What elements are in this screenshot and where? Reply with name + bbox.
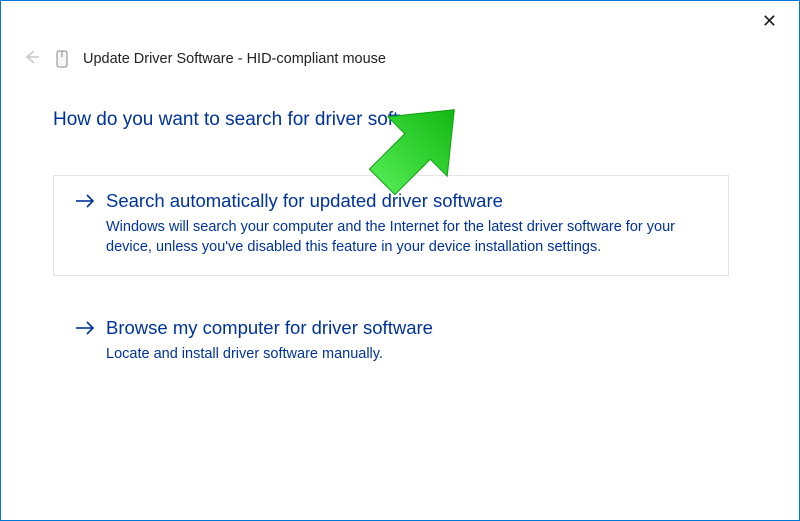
driver-update-window: ✕ Update Driver Software - HID-compliant… <box>0 0 800 521</box>
close-icon: ✕ <box>762 11 777 31</box>
option-description: Windows will search your computer and th… <box>106 218 708 257</box>
option-description: Locate and install driver software manua… <box>106 345 708 365</box>
right-arrow-icon <box>74 317 96 347</box>
close-button[interactable]: ✕ <box>752 7 787 36</box>
option-browse-computer[interactable]: Browse my computer for driver software L… <box>53 302 729 384</box>
wizard-title: Update Driver Software - HID-compliant m… <box>83 51 386 67</box>
option-title: Browse my computer for driver software <box>106 317 708 339</box>
device-icon <box>55 50 69 68</box>
wizard-content: How do you want to search for driver sof… <box>53 109 729 410</box>
option-search-automatically[interactable]: Search automatically for updated driver … <box>53 175 729 276</box>
wizard-header: Update Driver Software - HID-compliant m… <box>21 47 386 71</box>
right-arrow-icon <box>74 190 96 220</box>
wizard-question: How do you want to search for driver sof… <box>53 109 729 131</box>
option-title: Search automatically for updated driver … <box>106 190 708 212</box>
back-arrow-icon <box>21 47 41 71</box>
